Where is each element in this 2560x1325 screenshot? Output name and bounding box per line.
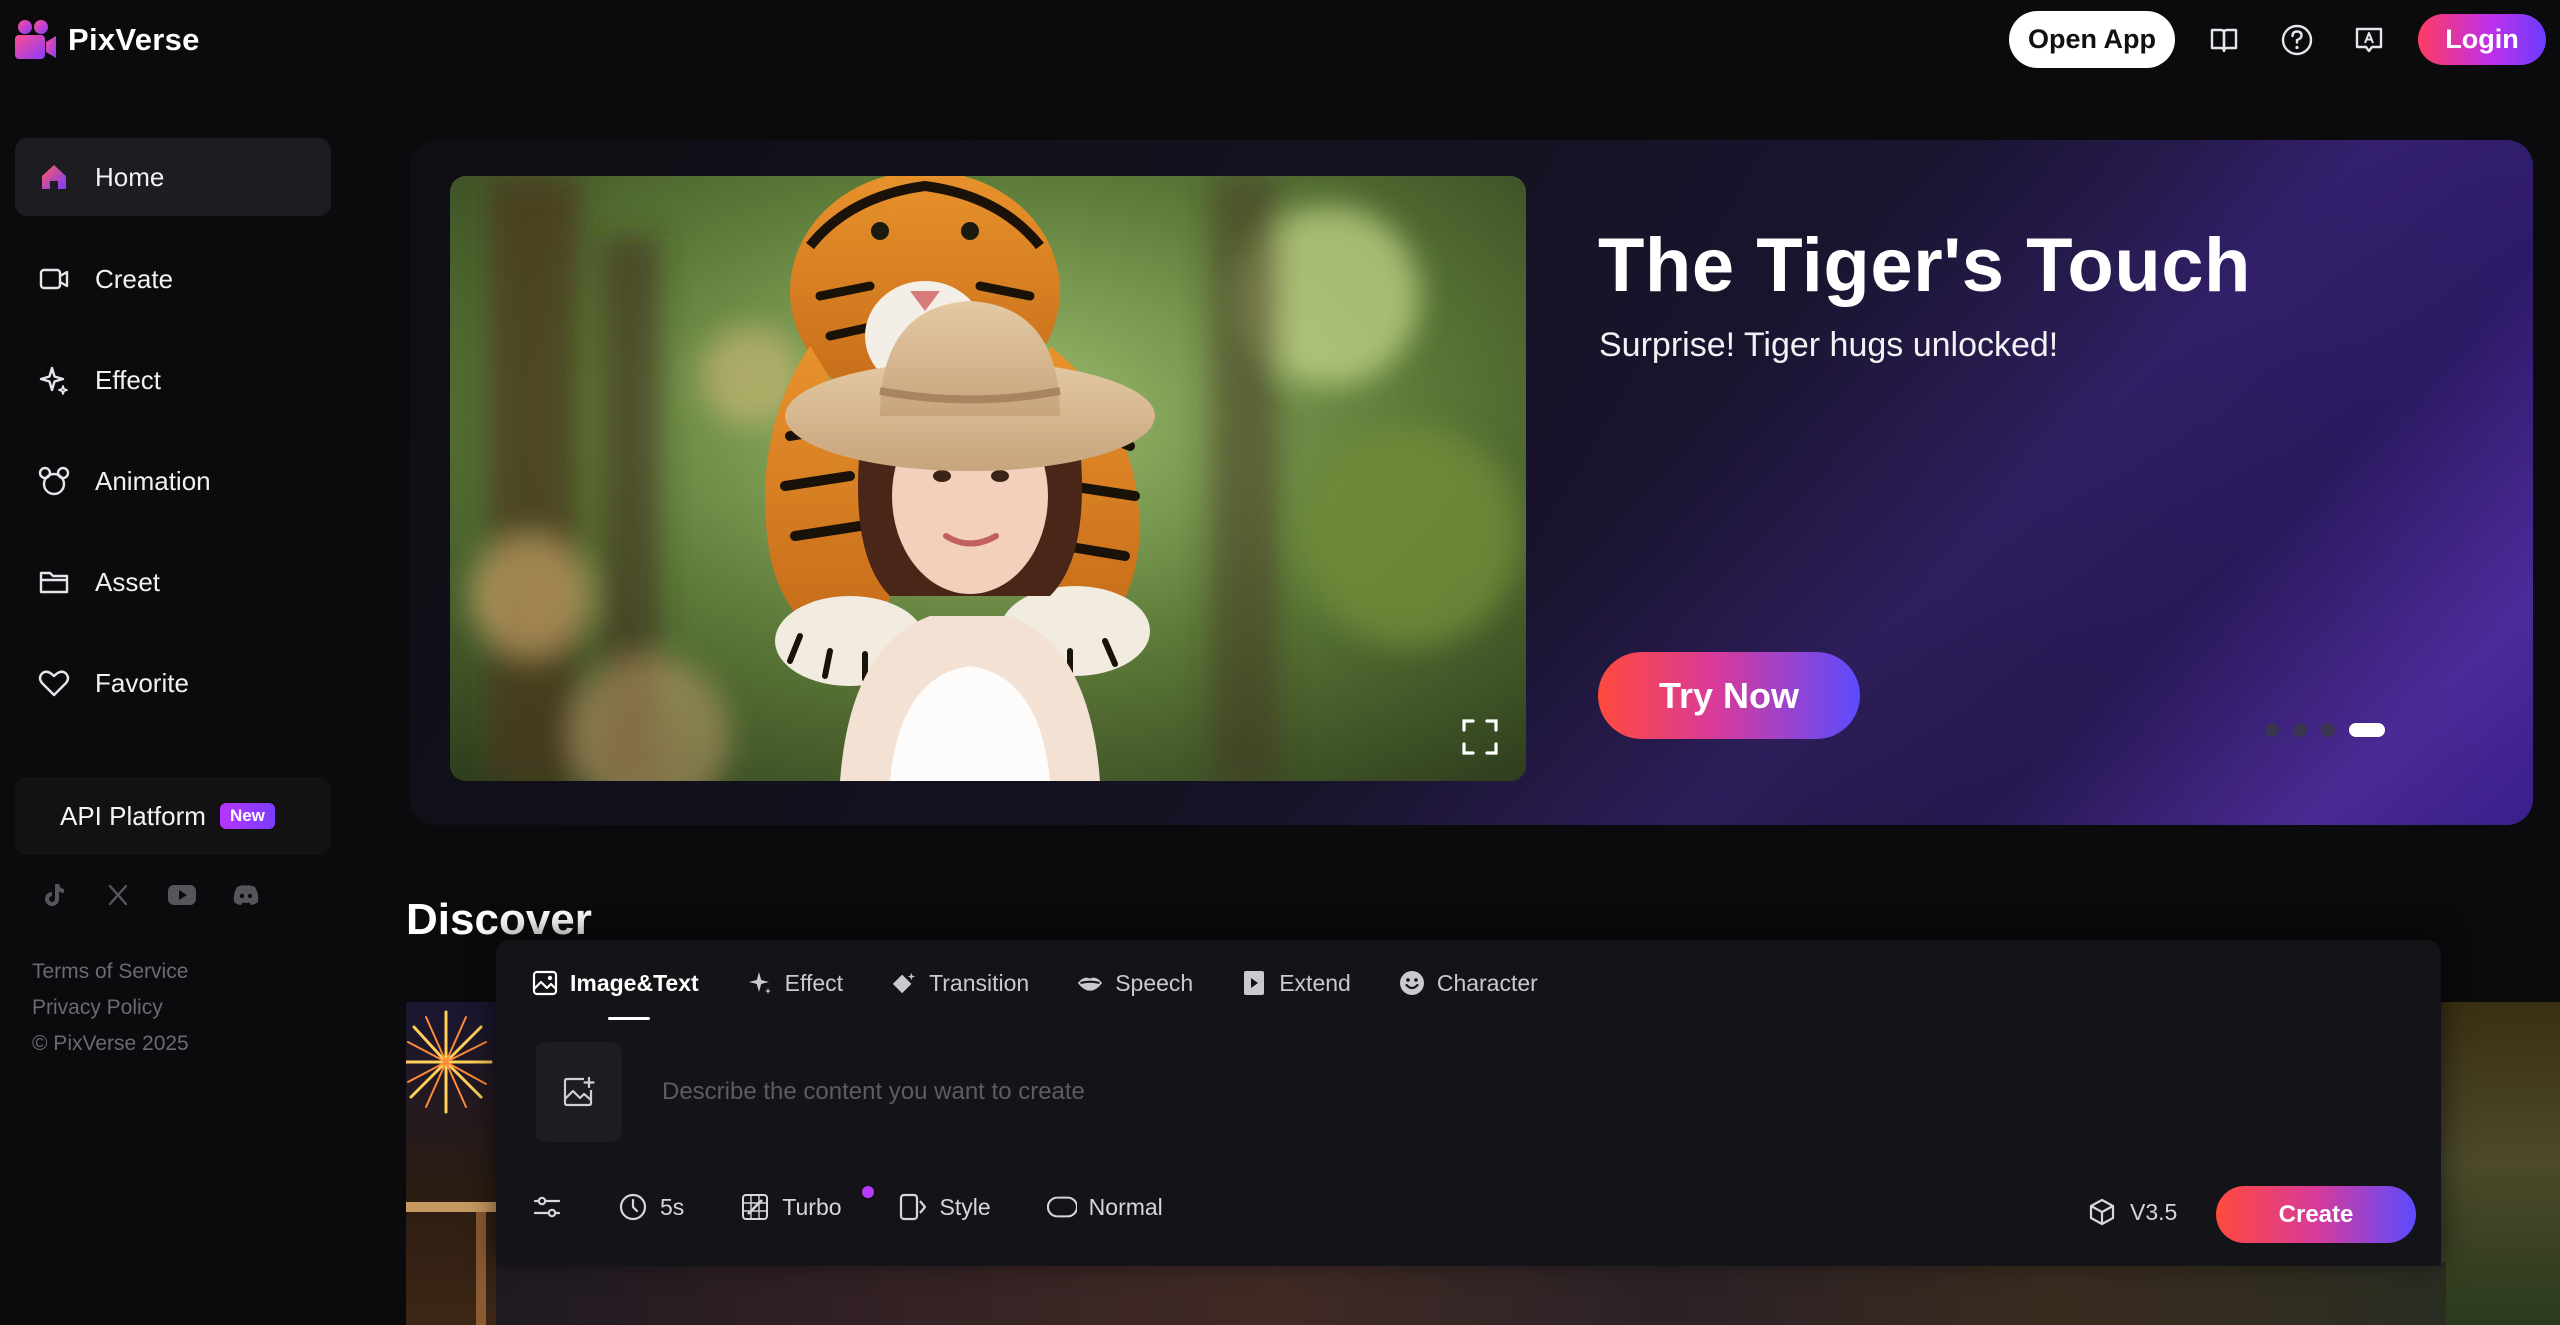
sidebar-item-animation[interactable]: Animation (15, 442, 331, 520)
sidebar-item-effect[interactable]: Effect (15, 341, 331, 419)
tab-label: Image&Text (570, 969, 699, 996)
api-platform-label: API Platform (60, 800, 206, 831)
quality-value: Normal (1088, 1193, 1163, 1220)
api-platform-link[interactable]: API Platform New (15, 777, 331, 855)
tab-extend[interactable]: Extend (1241, 958, 1351, 1008)
tab-label: Speech (1115, 969, 1194, 996)
prompt-composer: Image&Text Effect Transition Speech Exte… (496, 940, 2441, 1266)
model-selector[interactable]: V3.5 (2088, 1198, 2177, 1226)
sidebar-item-home[interactable]: Home (15, 138, 331, 216)
tab-label: Extend (1279, 969, 1351, 996)
prompt-input[interactable] (662, 1072, 1762, 1112)
banner-subtitle: Surprise! Tiger hugs unlocked! (1599, 326, 2059, 364)
book-icon[interactable] (2206, 22, 2242, 58)
heart-icon (37, 666, 71, 700)
style-value: Style (939, 1193, 991, 1220)
banner-video-illustration (450, 176, 1526, 781)
open-app-button[interactable]: Open App (2009, 11, 2175, 68)
sidebar-item-label: Asset (95, 566, 161, 597)
settings-button[interactable] (532, 1192, 562, 1222)
app-root: PixVerse Open App Login Home Create Effe… (0, 0, 2560, 1325)
style-icon (898, 1192, 928, 1222)
mouse-head-icon (37, 464, 71, 498)
discover-thumbnail[interactable] (2436, 1002, 2560, 1325)
terms-link[interactable]: Terms of Service (32, 954, 189, 990)
sparkle-icon (747, 970, 773, 996)
carousel-dot-active[interactable] (2349, 723, 2385, 737)
tab-character[interactable]: Character (1399, 958, 1538, 1008)
tab-effect[interactable]: Effect (747, 958, 843, 1008)
tab-label: Effect (784, 969, 844, 996)
carousel-dot[interactable] (2321, 723, 2335, 737)
sidebar-item-label: Create (95, 263, 174, 294)
privacy-link[interactable]: Privacy Policy (32, 990, 189, 1026)
help-icon[interactable] (2279, 22, 2315, 58)
turbo-icon (740, 1192, 770, 1222)
banner-video[interactable] (450, 176, 1526, 781)
cube-icon (2088, 1198, 2116, 1226)
sidebar-item-create[interactable]: Create (15, 240, 331, 318)
discover-title: Discover (406, 895, 592, 944)
folder-icon (37, 565, 71, 599)
tiktok-icon[interactable] (38, 879, 70, 911)
tab-label: Character (1436, 969, 1538, 996)
image-upload-button[interactable] (536, 1042, 622, 1142)
add-image-icon (562, 1076, 596, 1108)
model-version: V3.5 (2130, 1198, 2178, 1225)
clock-icon (618, 1192, 648, 1222)
create-button[interactable]: Create (2216, 1186, 2416, 1243)
composer-options: 5s Turbo Style Normal (532, 1186, 1219, 1222)
sparkle-icon (37, 363, 71, 397)
tab-image-text[interactable]: Image&Text (532, 958, 699, 1020)
video-camera-icon (37, 262, 71, 296)
lips-icon (1077, 970, 1103, 996)
logo[interactable]: PixVerse (12, 18, 200, 62)
try-now-button[interactable]: Try Now (1598, 652, 1860, 739)
social-links (38, 879, 262, 911)
sidebar-item-asset[interactable]: Asset (15, 543, 331, 621)
speed-value: Turbo (782, 1193, 842, 1220)
composer-tabs: Image&Text Effect Transition Speech Exte… (532, 958, 1586, 1020)
sidebar-item-label: Animation (95, 465, 211, 496)
footer-links: Terms of Service Privacy Policy © PixVer… (32, 954, 189, 1062)
youtube-icon[interactable] (166, 879, 198, 911)
fullscreen-icon[interactable] (1460, 717, 1500, 757)
sidebar-item-label: Effect (95, 364, 162, 395)
logo-text: PixVerse (68, 22, 200, 57)
carousel-dot[interactable] (2265, 723, 2279, 737)
login-button[interactable]: Login (2418, 14, 2546, 65)
sliders-icon (532, 1192, 562, 1222)
image-icon (532, 970, 558, 996)
carousel-dot[interactable] (2293, 723, 2307, 737)
discover-thumbnail-row (496, 1262, 2446, 1325)
pixverse-logo-icon (12, 18, 58, 62)
copyright-text: © PixVerse 2025 (32, 1032, 189, 1055)
tab-label: Transition (929, 969, 1030, 996)
hero-banner: The Tiger's Touch Surprise! Tiger hugs u… (410, 140, 2533, 825)
feedback-icon[interactable] (2351, 22, 2387, 58)
home-icon (37, 160, 71, 194)
extend-icon (1241, 970, 1267, 996)
speed-selector[interactable]: Turbo (740, 1186, 875, 1222)
sidebar-item-label: Favorite (95, 667, 189, 698)
sidebar: Home Create Effect Animation Asset Favor… (0, 82, 360, 1325)
quality-selector[interactable]: Normal (1046, 1192, 1163, 1222)
banner-title: The Tiger's Touch (1598, 223, 2251, 308)
smile-icon (1399, 970, 1425, 996)
discord-icon[interactable] (230, 879, 262, 911)
x-icon[interactable] (102, 879, 134, 911)
tab-speech[interactable]: Speech (1077, 958, 1193, 1008)
duration-value: 5s (660, 1193, 685, 1220)
sidebar-item-label: Home (95, 161, 165, 192)
style-selector[interactable]: Style (898, 1192, 991, 1222)
quality-icon (1046, 1192, 1077, 1222)
new-badge: New (219, 803, 275, 829)
tab-transition[interactable]: Transition (891, 958, 1029, 1008)
turbo-indicator-dot (862, 1186, 875, 1198)
sidebar-item-favorite[interactable]: Favorite (15, 644, 331, 722)
transition-icon (891, 970, 917, 996)
top-header: PixVerse Open App Login (0, 0, 2560, 82)
duration-selector[interactable]: 5s (618, 1192, 684, 1222)
carousel-dots (2265, 723, 2385, 737)
